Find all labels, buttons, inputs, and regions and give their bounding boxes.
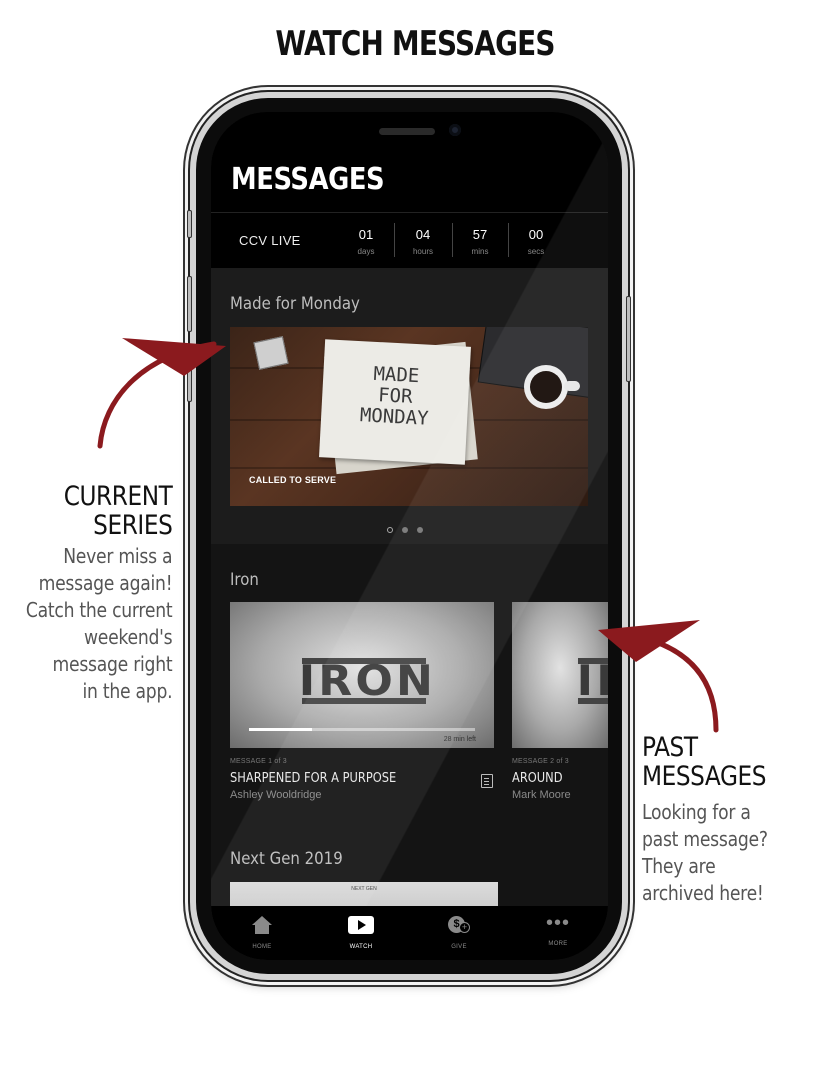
app-header: MESSAGES [211,112,608,212]
tab-give[interactable]: $ + GIVE [429,916,489,950]
message-speaker: Mark Moore [512,789,571,801]
tab-home[interactable]: HOME [232,916,292,950]
countdown-value: 01 [358,227,374,242]
description-line: archived here! [642,881,764,905]
message-number: MESSAGE 2 of 3 [512,758,569,765]
tab-label: HOME [252,944,272,950]
mute-switch [187,210,192,238]
past-messages-heading: PAST MESSAGES [642,733,766,791]
description-line: weekend's [83,625,173,649]
next-series-logo-text: NEXT GEN [351,886,377,892]
countdown-unit: mins [471,247,489,256]
countdown-secs: 00 secs [511,227,561,256]
heading-line: PAST [642,732,698,763]
divider [508,223,509,257]
tab-watch[interactable]: WATCH [331,916,391,950]
series-logo-text: IRON [298,656,437,705]
message-speaker: Ashley Wooldridge [230,789,322,801]
live-label: CCV LIVE [239,233,301,248]
description-line: past message? [642,827,768,851]
coffee-mug-handle [564,381,580,391]
play-icon [348,916,374,934]
countdown-value: 57 [472,227,488,242]
countdown-unit: hours [412,247,433,256]
heading-line: MESSAGES [642,761,767,792]
time-remaining: 28 min left [443,736,476,743]
series-artwork-text: MADE FOR MONDAY [359,362,430,430]
heading-line: SERIES [92,510,173,541]
tab-more[interactable]: ••• MORE [528,912,588,947]
coffee-mug-image [524,365,568,409]
past-series-title: Iron [230,570,259,590]
current-series-heading: CURRENT SERIES [63,482,172,540]
tab-label: WATCH [349,944,373,950]
series-artwork-note: MADE FOR MONDAY [319,339,471,465]
description-line: Catch the current [25,598,173,622]
tab-bar: HOME WATCH $ + GIVE ••• MORE [211,906,608,960]
screen-title: MESSAGES [231,162,385,197]
speaker-grille [379,128,435,135]
countdown-hours: 04 hours [398,227,448,256]
countdown-value: 00 [528,227,544,242]
current-series-title: Made for Monday [230,294,360,314]
current-series-description: Never miss a message again! Catch the cu… [25,543,173,705]
description-line: They are [642,854,716,878]
power-button [626,296,631,382]
message-title[interactable]: SHARPENED FOR A PURPOSE [230,771,396,786]
description-line: message right [52,652,172,676]
carousel-dot[interactable] [402,527,408,533]
description-line: in the app. [82,679,172,703]
notes-icon[interactable] [481,774,493,788]
paperclip-box-image [253,336,289,370]
carousel-dot[interactable] [417,527,423,533]
give-icon: $ + [448,916,470,934]
description-line: message again! [38,571,173,595]
watch-progress-bar [249,728,475,731]
page-title: WATCH MESSAGES [275,24,555,64]
front-camera [449,124,461,136]
countdown-days: 01 days [341,227,391,256]
carousel-dot[interactable] [387,527,393,533]
heading-line: CURRENT [63,481,172,512]
series-logo-text: IR [576,656,608,705]
countdown-unit: days [357,247,375,256]
countdown-value: 04 [415,227,431,242]
volume-down-button [187,346,192,402]
carousel-pagination[interactable] [387,520,432,538]
home-icon [252,916,272,934]
description-line: Never miss a [62,544,173,568]
more-icon: ••• [545,912,570,934]
divider [452,223,453,257]
wood-grain [230,467,588,469]
message-thumbnail[interactable]: IRON 28 min left [230,602,494,748]
countdown-unit: secs [527,247,545,256]
message-title[interactable]: AROUND [512,771,563,786]
next-series-title: Next Gen 2019 [230,849,343,869]
divider [394,223,395,257]
description-line: Looking for a [642,800,751,824]
watch-progress-fill [249,728,313,731]
volume-up-button [187,276,192,332]
live-countdown-bar[interactable]: CCV LIVE 01 days 04 hours 57 mins 00 sec… [211,212,608,268]
phone-screen: MESSAGES CCV LIVE 01 days 04 hours 57 mi… [211,112,608,960]
message-number: MESSAGE 1 of 3 [230,758,287,765]
message-thumbnail[interactable]: IR [512,602,608,748]
tab-label: MORE [548,941,568,947]
tab-label: GIVE [451,944,467,950]
countdown-mins: 57 mins [455,227,505,256]
series-caption: CALLED TO SERVE [249,475,337,485]
current-series-card[interactable]: MADE FOR MONDAY CALLED TO SERVE [230,327,588,506]
past-messages-description: Looking for a past message? They are arc… [642,799,768,907]
